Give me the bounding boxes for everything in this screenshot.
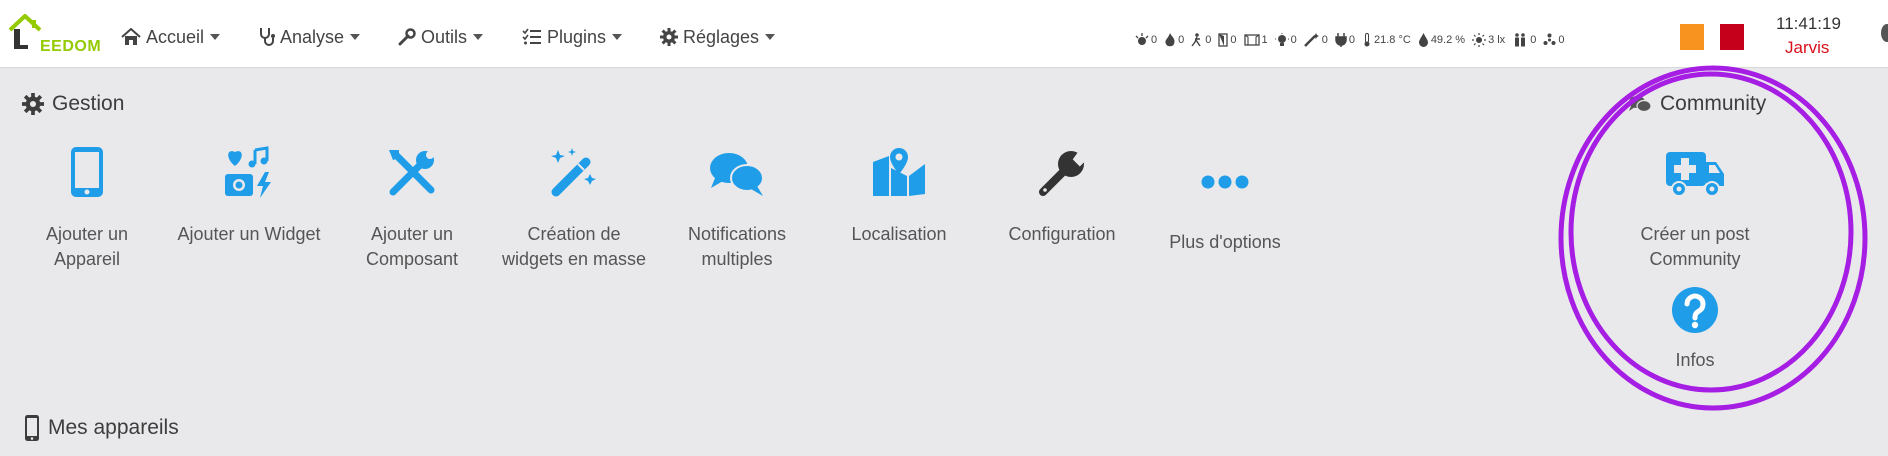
status-action[interactable]: 0 — [1303, 33, 1328, 47]
alarm-icon — [1135, 33, 1149, 45]
caret-down-icon — [765, 34, 776, 40]
status-plug[interactable]: 0 — [1335, 33, 1355, 47]
status-temperature[interactable]: 21.8 °C — [1362, 33, 1411, 47]
nav-accueil[interactable]: Accueil — [121, 24, 221, 50]
comments-icon — [710, 153, 764, 196]
more-options-tile[interactable]: Plus d'options — [1146, 140, 1304, 255]
stethoscope-icon — [260, 28, 275, 46]
community-section-title: Community — [1628, 92, 1766, 116]
nav-label: Analyse — [280, 26, 345, 47]
tools-icon — [389, 150, 435, 196]
summary-status-bar: 0 0 0 0 1 0 0 0 21.8 °C 49.2 % 3 lx 0 0 — [1135, 31, 1571, 49]
add-widget-tile[interactable]: Ajouter un Widget — [170, 140, 328, 247]
user-name[interactable]: Jarvis — [1785, 38, 1829, 58]
magic-icon — [1303, 33, 1319, 47]
localisation-tile[interactable]: Localisation — [820, 140, 978, 247]
configuration-tile[interactable]: Configuration — [983, 140, 1141, 247]
status-motion[interactable]: 0 — [1191, 33, 1211, 47]
flame-icon — [1165, 33, 1175, 47]
add-component-tile[interactable]: Ajouter un Composant — [333, 140, 491, 272]
gear-icon — [660, 28, 678, 46]
clock: 11:41:19 — [1776, 14, 1841, 33]
status-door[interactable]: 0 — [1218, 33, 1237, 47]
wrench-icon — [398, 28, 416, 46]
humidity-icon — [1418, 33, 1428, 47]
ambulance-icon — [1666, 152, 1724, 197]
plug-icon — [1335, 33, 1347, 47]
mass-widget-tile[interactable]: Création de widgets en masse — [495, 140, 653, 272]
widget-icon — [225, 146, 271, 198]
question-circle-icon — [1672, 287, 1718, 333]
edge-icon[interactable] — [1881, 24, 1888, 42]
status-luminosity[interactable]: 3 lx — [1472, 33, 1505, 47]
door-icon — [1218, 33, 1229, 47]
window-icon — [1243, 34, 1260, 46]
status-light[interactable]: 0 — [1274, 33, 1297, 47]
my-devices-section-title: Mes appareils — [24, 414, 179, 442]
luminosity-icon — [1472, 33, 1487, 47]
nav-plugins[interactable]: Plugins — [522, 24, 623, 50]
nav-label: Accueil — [146, 26, 205, 47]
orange-indicator[interactable] — [1680, 24, 1704, 50]
magic-wand-icon — [551, 148, 596, 197]
infos-tile[interactable]: Infos — [1616, 276, 1774, 373]
light-icon — [1274, 33, 1289, 46]
add-device-tile[interactable]: Ajouter un Appareil — [8, 140, 166, 272]
wrench-icon — [1039, 149, 1087, 196]
tasks-icon — [522, 28, 541, 45]
status-window[interactable]: 1 — [1243, 33, 1268, 47]
logo-text: EEDOM — [40, 38, 102, 55]
caret-down-icon — [350, 34, 361, 40]
mobile-icon — [71, 147, 103, 197]
status-flame[interactable]: 0 — [1164, 33, 1184, 47]
nav-outils[interactable]: Outils — [398, 24, 484, 50]
people-icon — [1515, 33, 1526, 47]
home-icon — [121, 28, 141, 45]
status-fan[interactable]: 0 — [1543, 33, 1564, 47]
nav-analyse[interactable]: Analyse — [259, 24, 361, 50]
status-alarm[interactable]: 0 — [1135, 33, 1157, 47]
jeedom-logo[interactable]: EEDOM — [8, 12, 102, 58]
walk-icon — [1191, 33, 1201, 47]
comments-icon — [1629, 96, 1652, 113]
thermometer-icon — [1364, 33, 1370, 47]
top-navbar: EEDOM Accueil Analyse Outils Plugins Rég… — [0, 0, 1888, 68]
caret-down-icon — [612, 34, 623, 40]
caret-down-icon — [473, 34, 484, 40]
mobile-icon — [25, 415, 39, 441]
gestion-section-title: Gestion — [22, 92, 124, 116]
gear-icon — [22, 93, 44, 115]
status-presence[interactable]: 0 — [1512, 33, 1536, 47]
status-humidity[interactable]: 49.2 % — [1418, 33, 1465, 47]
map-icon — [873, 148, 925, 196]
nav-label: Réglages — [683, 26, 760, 47]
house-logo-icon — [8, 14, 42, 49]
red-indicator[interactable] — [1720, 24, 1744, 50]
ellipsis-icon — [1201, 175, 1249, 189]
caret-down-icon — [210, 34, 221, 40]
nav-label: Plugins — [547, 26, 607, 47]
create-community-post-tile[interactable]: Créer un post Community — [1616, 140, 1774, 272]
nav-reglages[interactable]: Réglages — [660, 24, 776, 50]
fan-icon — [1543, 33, 1556, 45]
nav-label: Outils — [421, 26, 468, 47]
multi-notifications-tile[interactable]: Notifications multiples — [658, 140, 816, 272]
